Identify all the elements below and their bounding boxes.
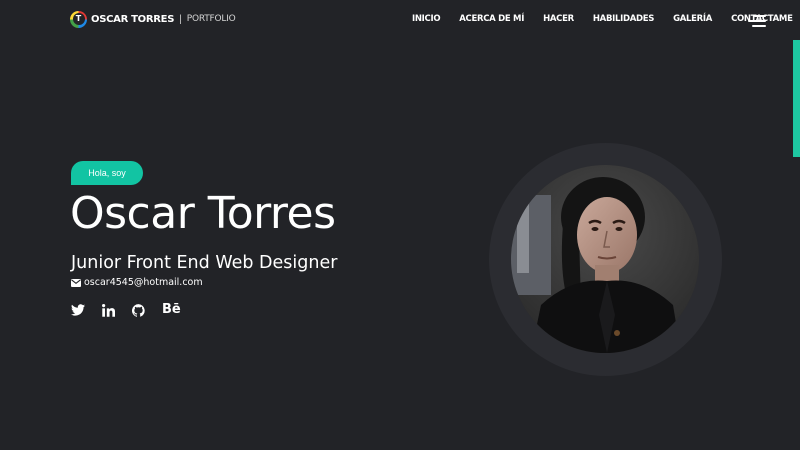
nav-item-hacer[interactable]: HACER <box>543 14 574 24</box>
nav-item-inicio[interactable]: INICIO <box>412 14 441 24</box>
profile-photo <box>511 165 699 353</box>
linkedin-icon[interactable] <box>102 302 115 318</box>
nav-item-habilidades[interactable]: HABILIDADES <box>593 14 655 24</box>
email-contact[interactable]: oscar4545@hotmail.com <box>71 277 203 288</box>
greeting-badge: Hola, soy <box>71 161 143 185</box>
hero-role: Junior Front End Web Designer <box>71 253 338 273</box>
hamburger-menu-icon[interactable] <box>748 15 766 27</box>
brand-subtitle: PORTFOLIO <box>186 14 236 24</box>
twitter-icon[interactable] <box>71 302 85 318</box>
behance-icon[interactable]: Bē <box>162 302 181 318</box>
nav-item-acerca[interactable]: ACERCA DE MÍ <box>459 14 524 24</box>
hero-name: Oscar Torres <box>70 188 336 239</box>
github-icon[interactable] <box>132 302 145 318</box>
brand-logo-link[interactable]: T OSCAR TORRES | PORTFOLIO <box>70 10 236 28</box>
brand-name: OSCAR TORRES <box>91 13 175 25</box>
nav-item-galeria[interactable]: GALERÍA <box>673 14 712 24</box>
brand-separator: | <box>179 13 182 25</box>
site-header: T OSCAR TORRES | PORTFOLIO INICIO ACERCA… <box>0 0 800 40</box>
envelope-icon <box>71 278 81 287</box>
email-text: oscar4545@hotmail.com <box>84 277 203 288</box>
behance-glyph: Bē <box>162 302 181 317</box>
logo-icon: T <box>70 10 87 28</box>
logo-letter: T <box>72 13 85 25</box>
scroll-progress-indicator <box>793 40 800 157</box>
main-nav: INICIO ACERCA DE MÍ HACER HABILIDADES GA… <box>412 14 793 24</box>
